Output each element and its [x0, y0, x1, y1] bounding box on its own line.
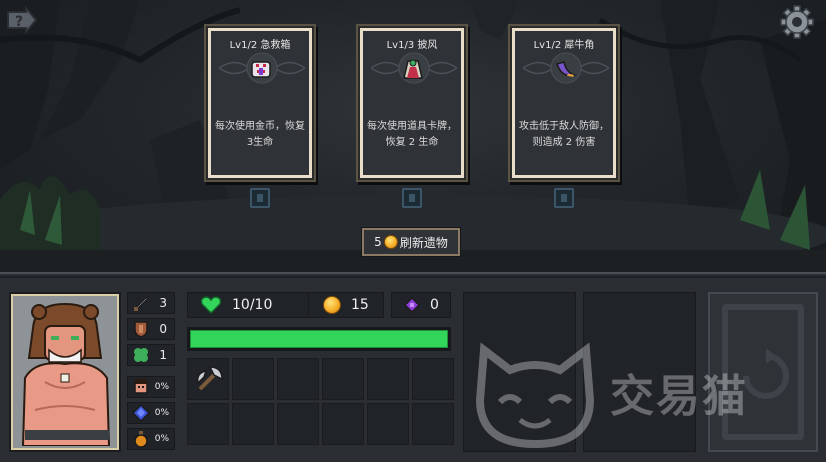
sword-icon: [133, 295, 148, 311]
settings-button[interactable]: [779, 4, 815, 40]
clover-icon: [134, 348, 148, 362]
crystal-value: 0: [430, 297, 439, 313]
relic-description: 攻击低于敌人防御， 则造成 2 伤害: [519, 119, 609, 151]
relic-description: 每次使用金币，恢复 3生命: [215, 119, 305, 151]
cloak-icon: [403, 59, 423, 79]
relic-card-first-aid-kit[interactable]: Lv1/2 急救箱 每次使用金币，恢复 3生命: [206, 26, 314, 180]
relic-description: 每次使用道具卡牌， 恢复 2 生命: [367, 119, 457, 151]
rage-stat[interactable]: 0%: [127, 376, 175, 398]
card-deck-slot[interactable]: [708, 292, 818, 452]
defense-value: 0: [159, 322, 167, 336]
gem-value: 0%: [154, 408, 169, 418]
card-face: Lv1/2 犀牛角 攻击低于敌人防御， 则造成 2 伤害: [515, 31, 613, 175]
rage-value: 0%: [154, 382, 169, 392]
card-face: Lv1/2 急救箱 每次使用金币，恢复 3生命: [211, 31, 309, 175]
equipment-slot[interactable]: [583, 292, 696, 452]
hero-portrait[interactable]: [11, 294, 119, 450]
inventory-slot[interactable]: [277, 358, 319, 400]
axe-icon: [196, 366, 223, 391]
blue-gem-icon: [131, 403, 151, 423]
inventory-slot[interactable]: [322, 358, 364, 400]
relic-title: Lv1/3 披风: [386, 40, 438, 51]
relic-desc-line1: 攻击低于敌人防御，: [519, 121, 609, 132]
attack-value: 3: [159, 296, 167, 310]
inventory-slot[interactable]: [232, 358, 274, 400]
relic-title: Lv1/2 急救箱: [229, 40, 291, 51]
relic-desc-line1: 每次使用金币，恢复: [215, 121, 305, 132]
inventory-slot[interactable]: [187, 358, 229, 400]
hp-bar: [187, 327, 451, 351]
hp-bar-fill: [190, 330, 448, 348]
coin-icon: [383, 235, 398, 249]
relic-title: Lv1/2 犀牛角: [533, 40, 595, 51]
relic-card-cloak[interactable]: Lv1/3 披风 每次使用道具卡牌， 恢复 2 生命: [358, 26, 466, 180]
cycle-arrow-icon: [743, 348, 789, 399]
inventory-slot[interactable]: [322, 403, 364, 445]
relic-desc-line2: 3生命: [246, 137, 274, 148]
refresh-label: 刷新遗物: [399, 235, 448, 250]
gear-icon: [780, 5, 814, 39]
inventory-slot[interactable]: [367, 403, 409, 445]
gold-display[interactable]: 15: [308, 292, 384, 318]
gold-value: 15: [351, 297, 369, 313]
potion-value: 0%: [154, 434, 169, 444]
defense-stat[interactable]: 0: [127, 318, 175, 340]
heart-icon: [200, 296, 222, 315]
inventory-slot[interactable]: [367, 358, 409, 400]
relic-card-rhino-horn[interactable]: Lv1/2 犀牛角 攻击低于敌人防御， 则造成 2 伤害: [510, 26, 618, 180]
coin-icon: [323, 296, 341, 314]
lock-icon[interactable]: [250, 188, 270, 208]
attack-stat[interactable]: 3: [127, 292, 175, 314]
relic-desc-line2: 则造成 2 伤害: [532, 137, 596, 148]
gem-stat[interactable]: 0%: [127, 402, 175, 424]
lock-icon[interactable]: [402, 188, 422, 208]
potion-stat[interactable]: 0%: [127, 428, 175, 450]
relic-desc-line1: 每次使用道具卡牌，: [367, 121, 457, 132]
refresh-relics-button[interactable]: 5 刷新遗物: [362, 228, 460, 256]
help-icon: ?: [7, 5, 38, 35]
svg-text:?: ?: [15, 14, 23, 30]
card-face: Lv1/3 披风 每次使用道具卡牌， 恢复 2 生命: [363, 31, 461, 175]
help-button[interactable]: ?: [4, 4, 40, 40]
inventory-grid: [187, 358, 454, 454]
rhino-horn-icon: [556, 61, 576, 77]
hp-value: 10/10: [232, 297, 273, 313]
inventory-slot[interactable]: [232, 403, 274, 445]
hp-display[interactable]: 10/10: [187, 292, 314, 318]
inventory-slot[interactable]: [412, 403, 454, 445]
lock-icon[interactable]: [554, 188, 574, 208]
inventory-slot[interactable]: [187, 403, 229, 445]
shield-icon: [134, 321, 148, 338]
inventory-slot[interactable]: [412, 358, 454, 400]
crystal-display[interactable]: 0: [391, 292, 451, 318]
relic-selection-scene: ? Lv1/2 急救箱 每次使用金币，恢复 3生命 Lv1/3 披风 每次使用道…: [0, 0, 826, 272]
equipment-slot[interactable]: [463, 292, 576, 452]
first-aid-kit-icon: [251, 61, 271, 78]
luck-stat[interactable]: 1: [127, 344, 175, 366]
refresh-cost: 5: [374, 235, 382, 249]
potion-icon: [134, 431, 148, 448]
rage-face-icon: [134, 379, 148, 394]
player-status-panel: 3 0 1 0% 0% 0% 10/10 15 0: [0, 272, 826, 462]
inventory-slot[interactable]: [277, 403, 319, 445]
relic-desc-line2: 恢复 2 生命: [385, 137, 439, 148]
barbarian-hero-avatar: [15, 298, 115, 446]
luck-value: 1: [159, 348, 167, 362]
purple-crystal-icon: [404, 297, 420, 313]
